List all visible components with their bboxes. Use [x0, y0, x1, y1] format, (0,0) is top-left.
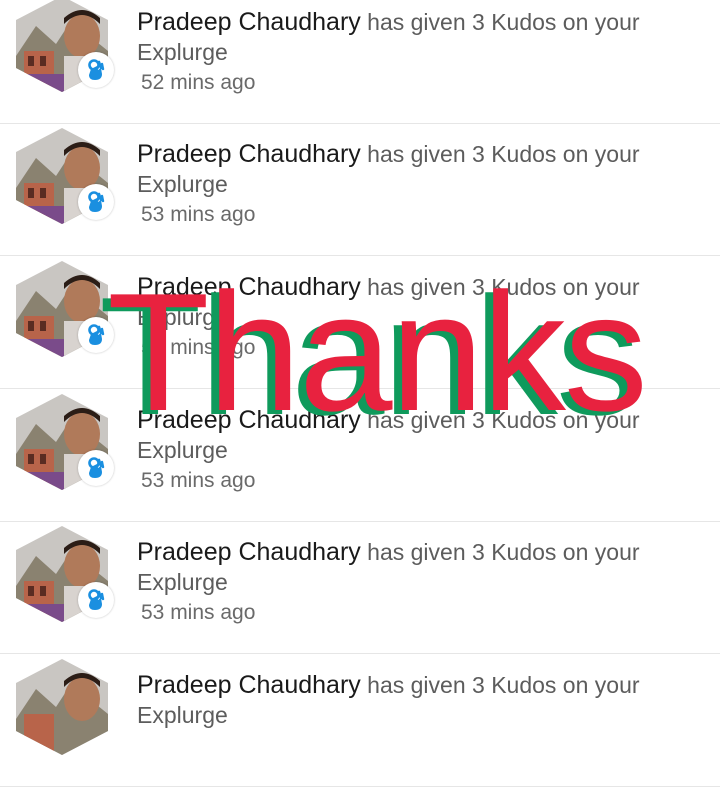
notification-item[interactable]: Pradeep Chaudhary has given 3 Kudos on y…: [0, 0, 720, 124]
notification-object[interactable]: Explurge: [137, 303, 697, 331]
avatar[interactable]: [16, 394, 114, 490]
user-name[interactable]: Pradeep Chaudhary: [137, 671, 361, 699]
kudos-badge: [78, 52, 114, 88]
notification-action: has given 3 Kudos on your: [367, 672, 640, 698]
notification-item[interactable]: Pradeep Chaudhary has given 3 Kudos on y…: [0, 257, 720, 389]
notification-object[interactable]: Explurge: [137, 436, 697, 464]
notification-text: Pradeep Chaudhary has given 3 Kudos on y…: [137, 404, 697, 496]
notification-time: 53 mins ago: [141, 469, 256, 492]
kudos-badge: [78, 317, 114, 353]
notification-item[interactable]: Pradeep Chaudhary has given 3 Kudos on y…: [0, 390, 720, 522]
kudos-badge: [78, 582, 114, 618]
user-name[interactable]: Pradeep Chaudhary: [137, 406, 361, 434]
notification-text: Pradeep Chaudhary has given 3 Kudos on y…: [137, 536, 697, 628]
notification-action: has given 3 Kudos on your: [367, 539, 640, 565]
notification-object[interactable]: Explurge: [137, 568, 697, 596]
notification-item[interactable]: Pradeep Chaudhary has given 3 Kudos on y…: [0, 655, 720, 787]
notification-text: Pradeep Chaudhary has given 3 Kudos on y…: [137, 138, 697, 230]
notification-action: has given 3 Kudos on your: [367, 407, 640, 433]
kudos-badge: [78, 450, 114, 486]
notification-time: 52 mins ago: [141, 71, 256, 94]
notification-text: Pradeep Chaudhary has given 3 Kudos on y…: [137, 271, 697, 363]
notification-text: Pradeep Chaudhary has given 3 Kudos on y…: [137, 6, 697, 98]
notification-action: has given 3 Kudos on your: [367, 141, 640, 167]
notification-time: 53 mins ago: [141, 336, 256, 359]
notification-object[interactable]: Explurge: [137, 701, 697, 729]
kudos-badge: [78, 184, 114, 220]
ok-hand-icon: [88, 589, 105, 610]
avatar[interactable]: [16, 261, 114, 357]
notification-text: Pradeep Chaudhary has given 3 Kudos on y…: [137, 669, 697, 729]
ok-hand-icon: [88, 457, 105, 478]
user-name[interactable]: Pradeep Chaudhary: [137, 273, 361, 301]
ok-hand-icon: [88, 324, 105, 345]
notification-action: has given 3 Kudos on your: [367, 274, 640, 300]
avatar[interactable]: [16, 659, 112, 755]
notification-object[interactable]: Explurge: [137, 170, 697, 198]
notification-time: 53 mins ago: [141, 203, 256, 226]
hexagon-avatar-icon: [16, 659, 108, 755]
avatar[interactable]: [16, 526, 114, 622]
notification-item[interactable]: Pradeep Chaudhary has given 3 Kudos on y…: [0, 522, 720, 654]
avatar[interactable]: [16, 0, 114, 92]
notification-action: has given 3 Kudos on your: [367, 9, 640, 35]
ok-hand-icon: [88, 191, 105, 212]
notification-item[interactable]: Pradeep Chaudhary has given 3 Kudos on y…: [0, 124, 720, 256]
notification-object[interactable]: Explurge: [137, 38, 697, 66]
ok-hand-icon: [88, 59, 105, 80]
user-name[interactable]: Pradeep Chaudhary: [137, 538, 361, 566]
notification-time: 53 mins ago: [141, 601, 256, 624]
avatar[interactable]: [16, 128, 114, 224]
user-name[interactable]: Pradeep Chaudhary: [137, 8, 361, 36]
user-name[interactable]: Pradeep Chaudhary: [137, 140, 361, 168]
